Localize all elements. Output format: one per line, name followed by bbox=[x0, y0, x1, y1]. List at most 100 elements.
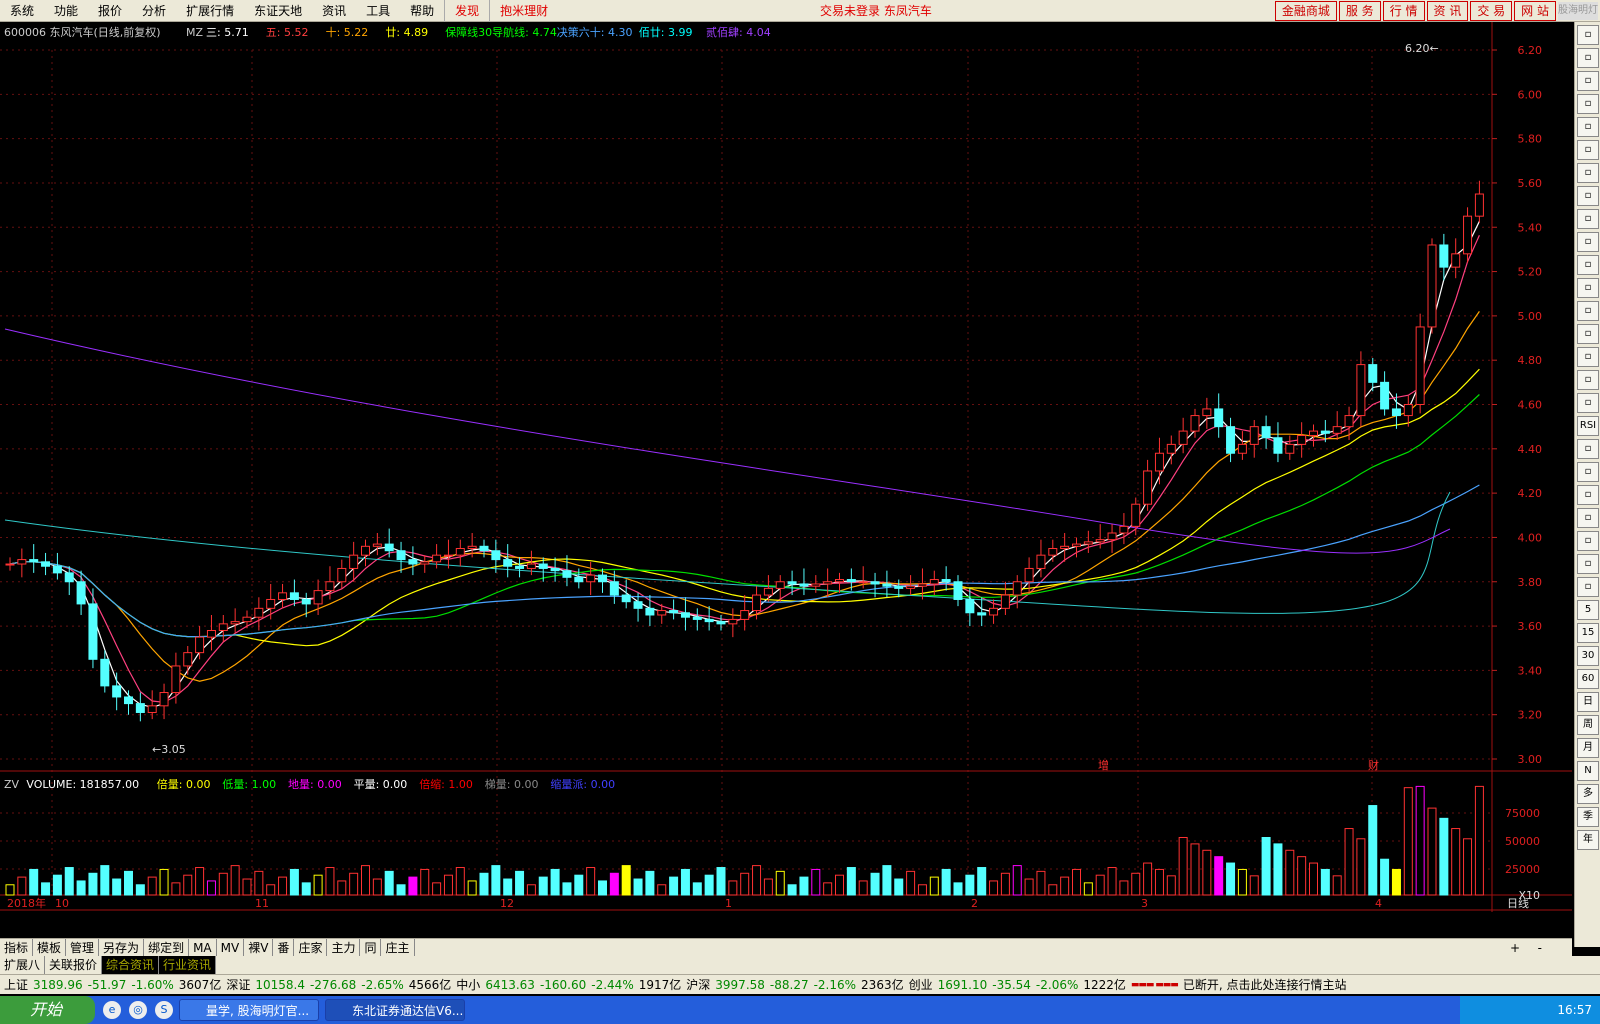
toolbar-button[interactable]: ▫ bbox=[1577, 485, 1599, 505]
btn-site[interactable]: 网 站 bbox=[1514, 0, 1556, 21]
btn-service[interactable]: 服 务 bbox=[1338, 0, 1381, 21]
task-item-2[interactable]: 东北证券通达信V6... bbox=[325, 999, 465, 1021]
indicator-tab[interactable]: 绑定到 bbox=[144, 938, 190, 957]
toolbar-button[interactable]: 30 bbox=[1577, 646, 1599, 666]
menu-help[interactable]: 帮助 bbox=[400, 0, 444, 22]
menu-ext-market[interactable]: 扩展行情 bbox=[176, 0, 244, 22]
toolbar-button[interactable]: ▫ bbox=[1577, 324, 1599, 344]
info-tab[interactable]: 行业资讯 bbox=[159, 956, 217, 974]
indicator-tab[interactable]: 庄主 bbox=[381, 938, 415, 957]
start-button[interactable]: 开始 bbox=[0, 996, 95, 1024]
indicator-tab[interactable]: 同 bbox=[360, 938, 382, 957]
ie-icon[interactable]: e bbox=[103, 1001, 121, 1019]
toolbar-button[interactable]: 多 bbox=[1577, 784, 1599, 804]
menu-baomi[interactable]: 抱米理财 bbox=[489, 0, 558, 22]
toolbar-button[interactable]: ▫ bbox=[1577, 232, 1599, 252]
toolbar-button[interactable]: ▫ bbox=[1577, 71, 1599, 91]
menu-tools[interactable]: 工具 bbox=[356, 0, 400, 22]
toolbar-button[interactable]: 月 bbox=[1577, 738, 1599, 758]
candle-body bbox=[775, 581, 785, 589]
indicator-tab[interactable]: 另存为 bbox=[99, 938, 145, 957]
sz-label[interactable]: 深证 bbox=[226, 976, 250, 993]
btn-info[interactable]: 资 讯 bbox=[1426, 0, 1469, 21]
indicator-tab[interactable]: MV bbox=[217, 938, 245, 957]
menu-function[interactable]: 功能 bbox=[44, 0, 88, 22]
candle-body bbox=[313, 590, 323, 605]
toolbar-button[interactable]: ▫ bbox=[1577, 140, 1599, 160]
menu-news[interactable]: 资讯 bbox=[312, 0, 356, 22]
indicator-tab[interactable]: 指标 bbox=[0, 938, 34, 957]
volume-bar bbox=[147, 876, 157, 896]
indicator-tab[interactable]: MA bbox=[189, 938, 217, 957]
toolbar-button[interactable]: 日 bbox=[1577, 692, 1599, 712]
kline-chart[interactable]: 600006 东风汽车(日线,前复权) MZ 三: 5.71 五: 5.52 十: … bbox=[0, 22, 1572, 947]
toolbar-button[interactable]: ▫ bbox=[1577, 186, 1599, 206]
btn-market[interactable]: 行 情 bbox=[1382, 0, 1425, 21]
quicklaunch-icon[interactable]: ◎ bbox=[129, 1001, 147, 1019]
hs-label[interactable]: 沪深 bbox=[686, 976, 710, 993]
cy-pct: -2.06% bbox=[1035, 977, 1079, 992]
toolbar-button[interactable]: ▫ bbox=[1577, 117, 1599, 137]
event-cai: 财 bbox=[1368, 758, 1379, 772]
menu-quote[interactable]: 报价 bbox=[88, 0, 132, 22]
toolbar-button[interactable]: 60 bbox=[1577, 669, 1599, 689]
toolbar-button[interactable]: ▫ bbox=[1577, 25, 1599, 45]
toolbar-button[interactable]: ▫ bbox=[1577, 508, 1599, 528]
indicator-tab[interactable]: 管理 bbox=[66, 938, 100, 957]
volume-bar bbox=[1439, 817, 1449, 896]
indicator-tab[interactable]: 主力 bbox=[327, 938, 361, 957]
toolbar-button[interactable]: ▫ bbox=[1577, 48, 1599, 68]
btn-mall[interactable]: 金融商城 bbox=[1274, 0, 1337, 21]
volume-bar bbox=[29, 868, 39, 896]
ma-value: 三: 5.71 bbox=[206, 26, 249, 39]
toolbar-button[interactable]: ▫ bbox=[1577, 462, 1599, 482]
toolbar-button[interactable]: ▫ bbox=[1577, 577, 1599, 597]
indicator-tab[interactable]: 庄家 bbox=[294, 938, 328, 957]
price-tick-label: 4.00 bbox=[1518, 531, 1543, 544]
toolbar-button[interactable]: ▫ bbox=[1577, 163, 1599, 183]
browser-icon[interactable]: S bbox=[155, 1001, 173, 1019]
toolbar-button[interactable]: ▫ bbox=[1577, 393, 1599, 413]
candle-body bbox=[953, 581, 963, 600]
candle-body bbox=[917, 583, 927, 587]
cy-label[interactable]: 创业 bbox=[909, 976, 933, 993]
toolbar-button[interactable]: RSI bbox=[1577, 416, 1599, 436]
candle-body bbox=[337, 567, 347, 583]
toolbar-button[interactable]: 5 bbox=[1577, 600, 1599, 620]
menu-faxian[interactable]: 发现 bbox=[444, 0, 489, 22]
indicator-tab[interactable]: 裸V bbox=[244, 938, 274, 957]
volume-bar bbox=[467, 880, 477, 896]
menu-dongzheng[interactable]: 东证天地 bbox=[244, 0, 312, 22]
toolbar-button[interactable]: ▫ bbox=[1577, 531, 1599, 551]
toolbar-button[interactable]: 季 bbox=[1577, 807, 1599, 827]
info-tab[interactable]: 扩展八 bbox=[0, 956, 46, 974]
menu-system[interactable]: 系统 bbox=[0, 0, 44, 22]
toolbar-button[interactable]: ▫ bbox=[1577, 554, 1599, 574]
toolbar-button[interactable]: 周 bbox=[1577, 715, 1599, 735]
add-button[interactable]: + bbox=[1510, 941, 1520, 955]
disconnect-status[interactable]: 已断开, 点击此处连接行情主站 bbox=[1183, 976, 1347, 993]
toolbar-button[interactable]: ▫ bbox=[1577, 301, 1599, 321]
toolbar-button[interactable]: ▫ bbox=[1577, 439, 1599, 459]
btn-trade[interactable]: 交 易 bbox=[1470, 0, 1513, 21]
zx-label[interactable]: 中小 bbox=[456, 976, 480, 993]
indicator-tab[interactable]: 番 bbox=[273, 938, 295, 957]
remove-button[interactable]: - bbox=[1538, 941, 1542, 955]
toolbar-button[interactable]: ▫ bbox=[1577, 255, 1599, 275]
toolbar-button[interactable]: N bbox=[1577, 761, 1599, 781]
volume-bar bbox=[586, 867, 596, 896]
toolbar-button[interactable]: ▫ bbox=[1577, 278, 1599, 298]
chart-area[interactable]: 600006 东风汽车(日线,前复权) MZ 三: 5.71 五: 5.52 十: … bbox=[0, 22, 1572, 947]
toolbar-button[interactable]: ▫ bbox=[1577, 209, 1599, 229]
menu-analysis[interactable]: 分析 bbox=[132, 0, 176, 22]
toolbar-button[interactable]: ▫ bbox=[1577, 94, 1599, 114]
info-tab[interactable]: 关联报价 bbox=[45, 956, 103, 974]
toolbar-button[interactable]: 15 bbox=[1577, 623, 1599, 643]
toolbar-button[interactable]: ▫ bbox=[1577, 347, 1599, 367]
indicator-tab[interactable]: 模板 bbox=[33, 938, 67, 957]
toolbar-button[interactable]: 年 bbox=[1577, 830, 1599, 850]
info-tab[interactable]: 综合资讯 bbox=[102, 956, 160, 974]
sh-label[interactable]: 上证 bbox=[4, 976, 28, 993]
task-item-1[interactable]: 量学, 股海明灯官... bbox=[179, 999, 319, 1021]
toolbar-button[interactable]: ▫ bbox=[1577, 370, 1599, 390]
